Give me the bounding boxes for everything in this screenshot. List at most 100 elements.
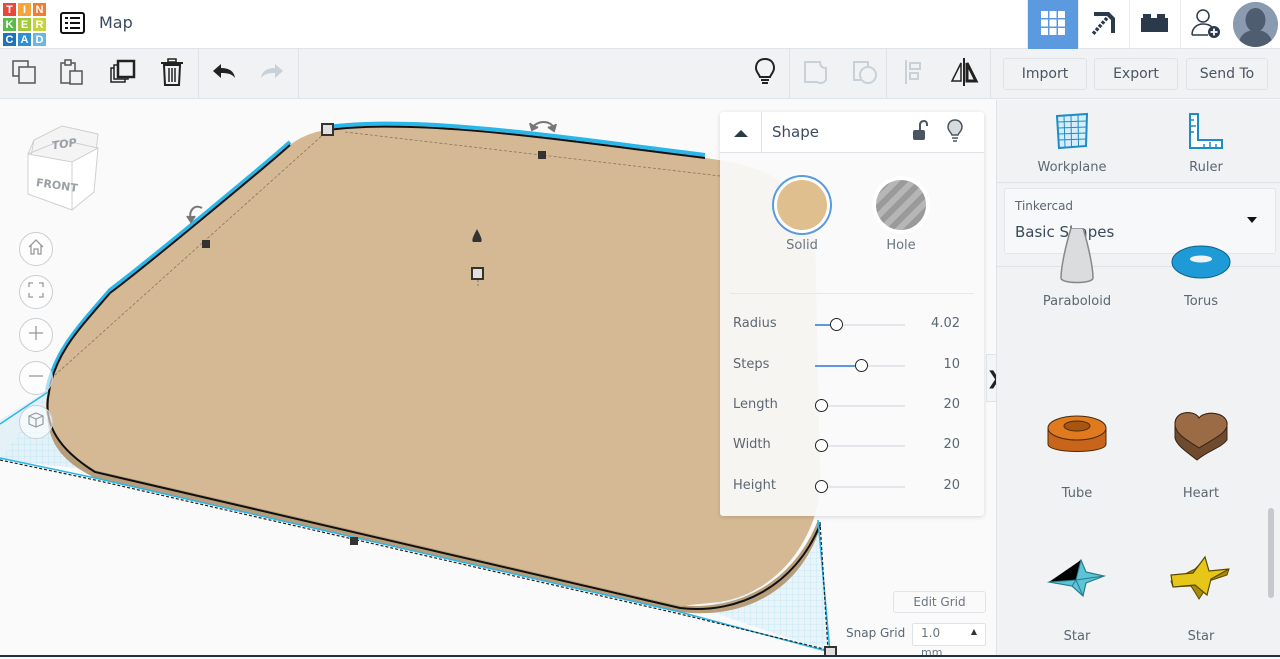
- rotate-handle-top: [529, 121, 557, 133]
- paste-icon: [59, 58, 85, 90]
- duplicate-button[interactable]: [107, 58, 139, 90]
- pickaxe-icon: [1089, 8, 1119, 42]
- property-value[interactable]: 20: [943, 437, 960, 452]
- tube-shape-icon: [1022, 390, 1132, 480]
- import-button[interactable]: Import: [1003, 58, 1087, 90]
- shape-item-tube[interactable]: Tube: [1022, 390, 1132, 520]
- redo-button[interactable]: [256, 58, 288, 90]
- zoom-out-button[interactable]: [19, 361, 53, 395]
- solid-color-swatch[interactable]: [777, 180, 827, 230]
- solid-option[interactable]: Solid: [767, 180, 837, 253]
- minecraft-view-button[interactable]: [1078, 0, 1129, 49]
- collapse-button[interactable]: [720, 112, 762, 153]
- brick-icon: [1141, 12, 1169, 38]
- property-slider[interactable]: [815, 399, 905, 412]
- group-icon: [802, 58, 830, 90]
- slider-knob[interactable]: [854, 359, 868, 372]
- workplane-tool[interactable]: Workplane: [1022, 112, 1122, 175]
- notes-button[interactable]: [749, 57, 781, 90]
- property-label: Width: [733, 437, 771, 452]
- property-row-steps: Steps 10: [720, 355, 984, 377]
- property-value[interactable]: 10: [943, 357, 960, 372]
- logo-letter: N: [32, 2, 47, 17]
- 3d-design-view-button[interactable]: [1027, 0, 1078, 49]
- view-cube[interactable]: TOP FRONT: [22, 122, 102, 218]
- property-slider[interactable]: [815, 359, 905, 372]
- copy-button[interactable]: [8, 58, 40, 90]
- shape-label: Star: [1063, 629, 1091, 644]
- copy-icon: [11, 59, 37, 89]
- shape-item-star[interactable]: Star: [1022, 533, 1132, 657]
- property-value[interactable]: 20: [943, 478, 960, 493]
- shapes-scrollbar[interactable]: [1268, 508, 1274, 598]
- paste-button[interactable]: [56, 58, 88, 90]
- heart-shape-icon: [1146, 390, 1256, 480]
- slider-knob[interactable]: [830, 318, 844, 331]
- snap-grid-label: Snap Grid: [846, 626, 906, 640]
- property-label: Radius: [733, 316, 777, 331]
- tinkercad-logo[interactable]: TINKERCAD: [2, 2, 47, 47]
- unlock-icon: [912, 119, 928, 146]
- property-value[interactable]: 20: [943, 397, 960, 412]
- duplicate-icon: [109, 58, 137, 90]
- property-slider[interactable]: [815, 439, 905, 452]
- perspective-button[interactable]: [19, 405, 53, 439]
- slider-knob[interactable]: [815, 439, 828, 452]
- logo-letter: K: [2, 17, 17, 32]
- zoom-in-button[interactable]: [19, 318, 53, 352]
- edit-grid-button[interactable]: Edit Grid: [893, 591, 986, 613]
- design-list-icon[interactable]: [60, 12, 85, 34]
- undo-button[interactable]: [208, 58, 240, 90]
- add-user-icon: [1190, 7, 1222, 43]
- brick-view-button[interactable]: [1129, 0, 1180, 49]
- logo-letter: E: [17, 17, 32, 32]
- snap-grid-select[interactable]: 1.0 ▲ mm: [912, 623, 986, 659]
- ruler-icon: [1188, 113, 1224, 154]
- shape-item-star[interactable]: Star: [1146, 533, 1256, 657]
- fit-view-button[interactable]: [19, 275, 53, 309]
- logo-letter: A: [17, 32, 32, 47]
- shape-item-heart[interactable]: Heart: [1146, 390, 1256, 520]
- mirror-button[interactable]: [948, 58, 980, 90]
- user-avatar[interactable]: [1231, 0, 1280, 49]
- resize-handle-edge-top: [538, 151, 546, 159]
- align-button[interactable]: [899, 58, 931, 90]
- logo-letter: D: [32, 32, 47, 47]
- logo-letter: T: [2, 2, 17, 17]
- ruler-tool[interactable]: Ruler: [1156, 112, 1256, 175]
- property-row-width: Width 20: [720, 435, 984, 457]
- shapes-panel: Workplane Ruler Tinkercad Basic Shapes P…: [996, 100, 1280, 657]
- resize-handle-edge-left: [202, 240, 210, 248]
- export-button[interactable]: Export: [1094, 58, 1178, 90]
- delete-button[interactable]: [156, 58, 188, 90]
- resize-handle-corner: [321, 123, 334, 136]
- hole-swatch[interactable]: [876, 180, 926, 230]
- property-slider[interactable]: [815, 480, 905, 493]
- main-toolbar: Import Export Send To: [0, 49, 1280, 99]
- shape-inspector-header: Shape: [720, 112, 984, 153]
- property-value[interactable]: 4.02: [931, 316, 960, 331]
- hide-button[interactable]: [946, 119, 964, 147]
- shape-item-paraboloid[interactable]: Paraboloid: [1022, 228, 1132, 360]
- slider-knob[interactable]: [815, 399, 828, 412]
- lock-button[interactable]: [912, 119, 928, 146]
- shape-item-torus[interactable]: Torus: [1146, 230, 1256, 360]
- slider-fill: [815, 365, 855, 367]
- hole-label: Hole: [886, 238, 916, 253]
- property-slider[interactable]: [815, 318, 905, 331]
- home-view-button[interactable]: [19, 232, 53, 266]
- fit-view-icon: [27, 281, 45, 303]
- design-title[interactable]: Map: [99, 13, 133, 32]
- property-label: Height: [733, 478, 776, 493]
- invite-user-button[interactable]: [1180, 0, 1231, 49]
- group-button[interactable]: [800, 58, 832, 90]
- send-to-button[interactable]: Send To: [1186, 58, 1268, 90]
- logo-letter: R: [32, 17, 47, 32]
- trash-icon: [160, 58, 184, 90]
- ungroup-button[interactable]: [849, 58, 881, 90]
- hole-option[interactable]: Hole: [866, 180, 936, 253]
- property-row-length: Length 20: [720, 395, 984, 417]
- shape-label: Tube: [1061, 486, 1093, 501]
- rounded-box-shape[interactable]: [46, 126, 821, 607]
- slider-knob[interactable]: [815, 480, 828, 493]
